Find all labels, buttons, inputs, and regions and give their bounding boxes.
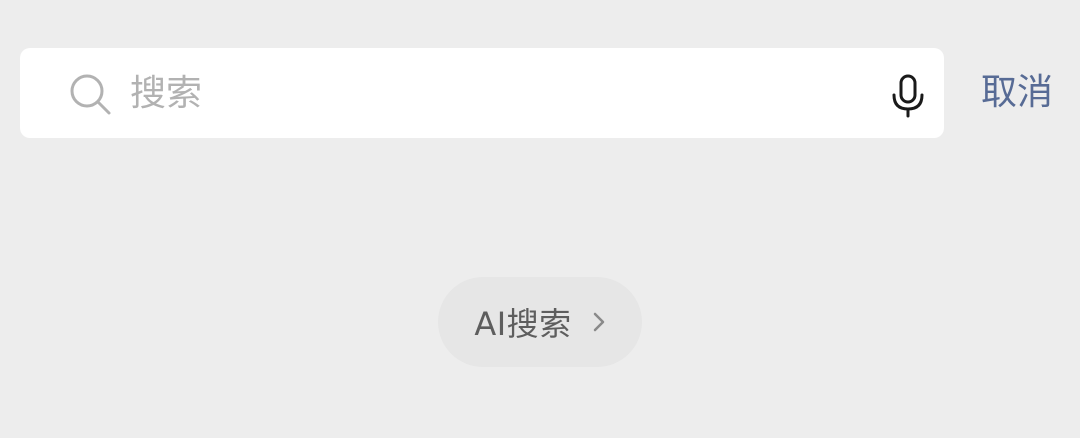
chevron-right-icon	[593, 312, 604, 332]
ai-search-button[interactable]: AI搜索	[438, 277, 642, 367]
ai-search-label: AI搜索	[474, 305, 572, 343]
search-input[interactable]	[130, 48, 850, 138]
search-icon	[70, 74, 111, 115]
cancel-button[interactable]: 取消	[962, 48, 1072, 138]
search-bar[interactable]	[20, 48, 944, 138]
mic-icon[interactable]	[888, 74, 928, 118]
